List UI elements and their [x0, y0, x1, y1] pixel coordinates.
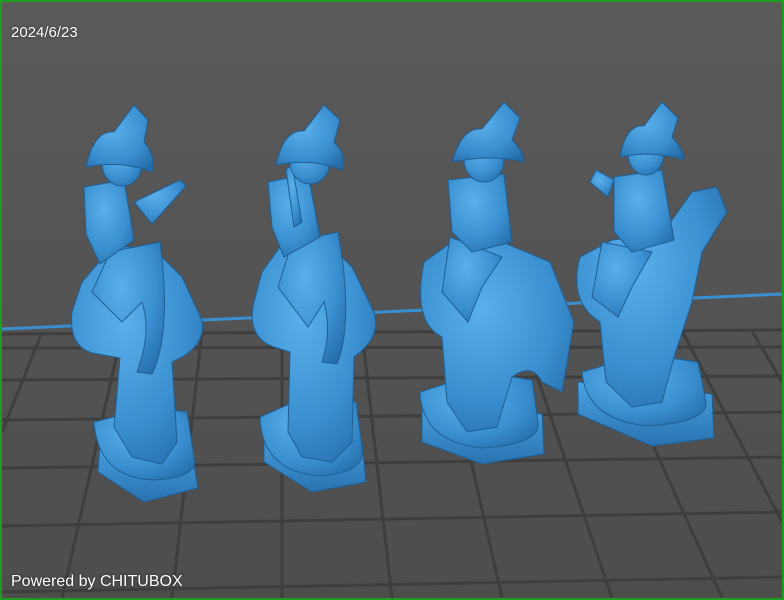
model-cavalry-officer-4	[576, 101, 728, 447]
3d-viewport[interactable]: 2024/6/23 Powered by CHITUBOX	[0, 0, 784, 600]
powered-by-watermark: Powered by CHITUBOX	[11, 573, 183, 590]
scene-canvas[interactable]	[2, 2, 782, 598]
date-stamp: 2024/6/23	[11, 24, 78, 41]
model-cavalry-officer-2	[251, 104, 377, 493]
model-cavalry-officer-3	[419, 101, 575, 465]
model-cavalry-officer-1	[71, 104, 204, 503]
